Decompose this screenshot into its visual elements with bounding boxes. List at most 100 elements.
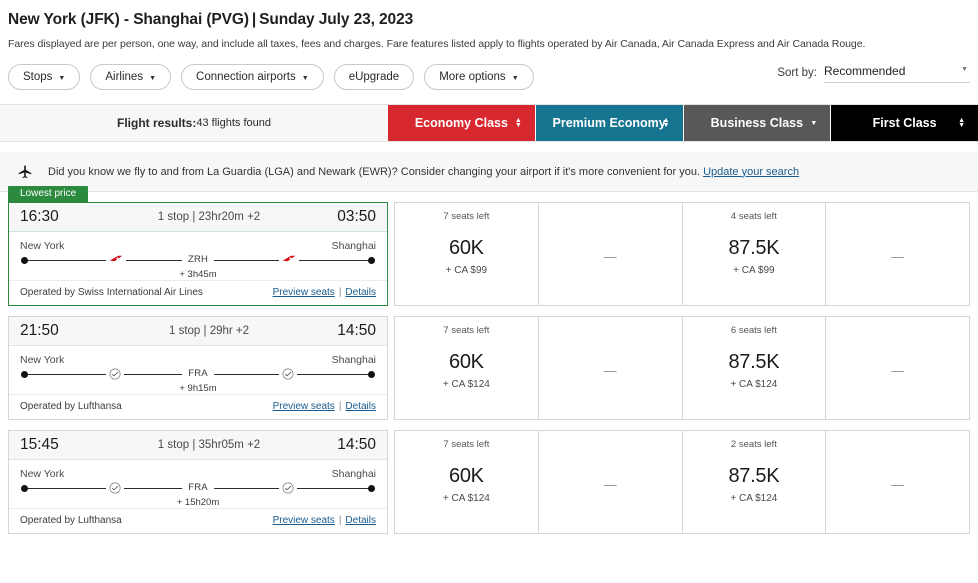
tab-first-class[interactable]: First Class ▲ ▼ bbox=[831, 105, 978, 141]
tab-business-class[interactable]: Business Class ▼ bbox=[683, 105, 832, 141]
preview-seats-link[interactable]: Preview seats bbox=[273, 401, 335, 412]
flight-results-summary: Flight results: 43 flights found bbox=[0, 105, 388, 141]
origin-dot bbox=[21, 370, 28, 378]
origin-dot bbox=[21, 256, 28, 264]
destination-city: Shanghai bbox=[331, 467, 376, 480]
fare-miles: 87.5K bbox=[728, 465, 780, 487]
layover-duration: + 3h45m bbox=[179, 268, 217, 280]
flight-results-label: Flight results: bbox=[117, 116, 197, 130]
operated-by: Operated by Lufthansa bbox=[20, 515, 122, 527]
destination-city: Shanghai bbox=[331, 353, 376, 366]
flight-results-count: 43 flights found bbox=[196, 117, 271, 129]
arrival-time: 14:50 bbox=[337, 321, 376, 339]
connection-airport: FRA bbox=[182, 481, 214, 493]
destination-dot bbox=[368, 484, 375, 492]
filter-airlines[interactable]: Airlines ▼ bbox=[90, 64, 172, 90]
update-your-search-link[interactable]: Update your search bbox=[703, 166, 799, 178]
preview-seats-link[interactable]: Preview seats bbox=[273, 515, 335, 526]
fare-cell-first: — bbox=[826, 430, 970, 534]
sort-updown-icon[interactable]: ▲ ▼ bbox=[515, 117, 522, 129]
sort-by-select[interactable]: Recommended ▼ bbox=[824, 64, 970, 83]
airport-suggestion-text: Did you know we fly to and from La Guard… bbox=[48, 166, 799, 178]
fare-cell-economy[interactable]: 7 seats left 60K + CA $99 bbox=[394, 202, 539, 306]
tab-business-class-label: Business Class bbox=[710, 116, 804, 130]
fare-cell-economy[interactable]: 7 seats left 60K + CA $124 bbox=[394, 430, 539, 534]
origin-dot bbox=[21, 484, 28, 492]
itinerary-header: 21:50 1 stop | 29hr +2 14:50 bbox=[9, 317, 387, 346]
layover-duration: + 9h15m bbox=[179, 382, 217, 394]
seats-left: 6 seats left bbox=[730, 325, 777, 336]
fare-unavailable-dash: — bbox=[891, 477, 905, 492]
details-link[interactable]: Details bbox=[345, 287, 376, 298]
fare-cell-business[interactable]: 6 seats left 87.5K + CA $124 bbox=[682, 316, 827, 420]
sort-by-control: Sort by: Recommended ▼ bbox=[777, 64, 970, 83]
fare-cash: + CA $124 bbox=[442, 493, 490, 504]
chevron-down-icon: ▼ bbox=[58, 74, 66, 82]
tab-first-class-label: First Class bbox=[872, 116, 937, 130]
filter-more-options[interactable]: More options ▼ bbox=[424, 64, 534, 90]
filter-eupgrade[interactable]: eUpgrade bbox=[333, 64, 415, 90]
itinerary-links: Preview seats | Details bbox=[273, 515, 376, 526]
lufthansa-logo-icon bbox=[105, 367, 124, 380]
fare-unavailable-dash: — bbox=[891, 363, 905, 378]
destination-dot bbox=[368, 370, 375, 378]
fare-cash: + CA $124 bbox=[442, 379, 490, 390]
tab-economy-class-label: Economy Class bbox=[414, 116, 508, 130]
details-link[interactable]: Details bbox=[345, 401, 376, 412]
itinerary-body: New York Shanghai FRA bbox=[9, 346, 387, 394]
fare-cell-business[interactable]: 2 seats left 87.5K + CA $124 bbox=[682, 430, 827, 534]
seats-left: 7 seats left bbox=[443, 439, 490, 450]
itinerary-footer: Operated by Lufthansa Preview seats | Deta… bbox=[9, 507, 387, 533]
filter-stops-label: Stops bbox=[23, 71, 53, 83]
origin-city: New York bbox=[20, 239, 65, 252]
tab-premium-economy-label: Premium Economy bbox=[552, 116, 666, 130]
itinerary-card[interactable]: 15:45 1 stop | 35hr05m +2 14:50 New York… bbox=[8, 430, 388, 534]
lufthansa-logo-icon bbox=[279, 481, 298, 494]
itinerary-card[interactable]: 21:50 1 stop | 29hr +2 14:50 New York Sh… bbox=[8, 316, 388, 420]
details-link[interactable]: Details bbox=[345, 515, 376, 526]
sort-updown-icon[interactable]: ▲ ▼ bbox=[958, 117, 965, 129]
fare-unavailable-dash: — bbox=[891, 249, 905, 264]
preview-seats-link[interactable]: Preview seats bbox=[273, 287, 335, 298]
connection-airport: FRA bbox=[182, 367, 214, 379]
title-separator: | bbox=[251, 11, 257, 28]
tab-premium-economy[interactable]: Premium Economy ▲ ▼ bbox=[535, 105, 684, 141]
itinerary-links: Preview seats | Details bbox=[273, 401, 376, 412]
filter-airlines-label: Airlines bbox=[105, 71, 144, 83]
fare-miles: 60K bbox=[449, 465, 484, 487]
filter-connection-airports[interactable]: Connection airports ▼ bbox=[181, 64, 324, 90]
fare-cell-premium-economy: — bbox=[538, 430, 683, 534]
fare-miles: 60K bbox=[449, 237, 484, 259]
tab-economy-class[interactable]: Economy Class ▲ ▼ bbox=[388, 105, 536, 141]
itinerary-header: 16:30 1 stop | 23hr20m +2 03:50 bbox=[9, 203, 387, 232]
page-title: New York (JFK) - Shanghai (PVG) | Sunday J… bbox=[0, 0, 978, 29]
route-text: New York (JFK) - Shanghai (PVG) bbox=[8, 11, 249, 28]
sort-updown-icon[interactable]: ▲ ▼ bbox=[663, 117, 670, 129]
sort-by-label: Sort by: bbox=[777, 67, 817, 79]
chevron-down-icon: ▼ bbox=[149, 74, 157, 82]
fare-miles: 87.5K bbox=[728, 237, 780, 259]
lufthansa-logo-icon bbox=[279, 367, 298, 380]
itinerary-footer: Operated by Lufthansa Preview seats | Deta… bbox=[9, 393, 387, 419]
seats-left: 2 seats left bbox=[730, 439, 777, 450]
fare-cell-business[interactable]: 4 seats left 87.5K + CA $99 bbox=[682, 202, 827, 306]
filter-stops[interactable]: Stops ▼ bbox=[8, 64, 81, 90]
filter-bar: Stops ▼ Airlines ▼ Connection airports ▼… bbox=[0, 50, 978, 90]
fare-unavailable-dash: — bbox=[603, 249, 617, 264]
destination-dot bbox=[368, 256, 375, 264]
destination-city: Shanghai bbox=[331, 239, 376, 252]
fare-unavailable-dash: — bbox=[603, 477, 617, 492]
lufthansa-logo-icon bbox=[105, 481, 124, 494]
filter-connection-airports-label: Connection airports bbox=[196, 71, 296, 83]
flight-results-list: Lowest price 16:30 1 stop | 23hr20m +2 0… bbox=[0, 186, 978, 534]
route-path: ZRH bbox=[21, 253, 375, 267]
swiss-logo-icon bbox=[105, 253, 126, 263]
origin-city: New York bbox=[20, 353, 65, 366]
fare-cell-economy[interactable]: 7 seats left 60K + CA $124 bbox=[394, 316, 539, 420]
lowest-price-badge: Lowest price bbox=[8, 186, 89, 203]
fare-miles: 60K bbox=[449, 351, 484, 373]
seats-left: 7 seats left bbox=[443, 211, 490, 222]
itinerary-card[interactable]: 16:30 1 stop | 23hr20m +2 03:50 New York… bbox=[8, 202, 388, 306]
flight-row: 21:50 1 stop | 29hr +2 14:50 New York Sh… bbox=[8, 316, 970, 420]
sort-down-icon[interactable]: ▼ bbox=[810, 120, 817, 127]
